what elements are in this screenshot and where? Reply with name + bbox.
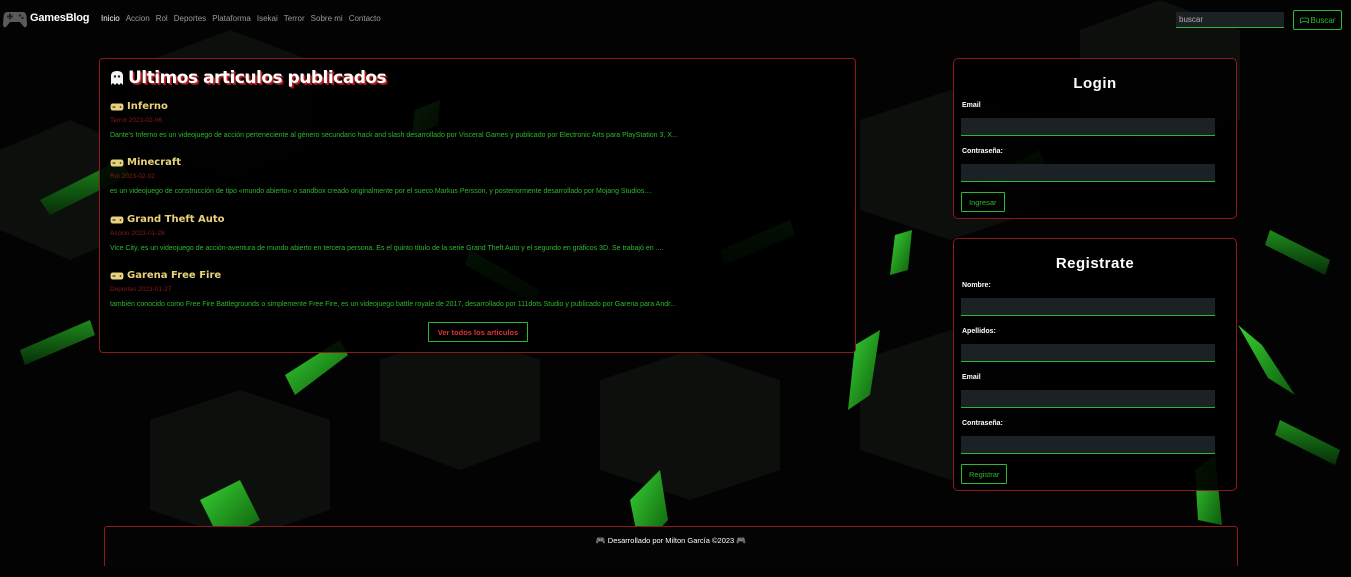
article-item: Minecraft Rol 2023-02-02 es un videojueg… xyxy=(110,157,840,195)
article-item: Garena Free Fire Deportes 2023-01-27 tam… xyxy=(110,270,840,308)
article-title: Inferno xyxy=(127,101,168,112)
article-date: 2023-02-06 xyxy=(128,117,163,124)
gamepad-icon xyxy=(110,103,124,110)
footer: 🎮 Desarrollado por Milton García ©2023 🎮 xyxy=(104,526,1238,566)
article-title: Grand Theft Auto xyxy=(127,214,225,225)
nav-link-plataforma[interactable]: Plataforma xyxy=(212,14,251,23)
ghost-icon xyxy=(111,71,123,85)
article-item: Inferno Terror 2023-02-06 Dante's Infern… xyxy=(110,101,840,139)
brand-name: GamesBlog xyxy=(30,12,90,24)
login-email-label: Email xyxy=(962,102,981,109)
gamepad-icon xyxy=(1299,17,1309,23)
register-title: Registrate xyxy=(1055,255,1135,272)
search-button-label: Buscar xyxy=(1310,15,1336,25)
login-submit-button[interactable]: Ingresar xyxy=(961,192,1005,212)
login-password-label: Contraseña: xyxy=(962,148,1003,155)
articles-heading: Ultimos articulos publicados xyxy=(110,68,387,88)
gamepad-icon: 🎮 xyxy=(595,536,606,545)
article-item: Grand Theft Auto Accion 2023-01-28 Vice … xyxy=(110,214,840,252)
article-title-link[interactable]: Grand Theft Auto xyxy=(110,214,840,225)
articles-panel: Ultimos articulos publicados Inferno Ter… xyxy=(99,58,856,353)
article-date: 2023-01-28 xyxy=(131,230,165,237)
nav-link-rol[interactable]: Rol xyxy=(156,14,168,23)
article-title-link[interactable]: Garena Free Fire xyxy=(110,270,840,281)
register-name-label: Nombre: xyxy=(962,282,991,289)
view-all-articles-button[interactable]: Ver todos los articulos xyxy=(428,322,528,342)
article-category: Accion xyxy=(110,230,130,237)
register-email-label: Email xyxy=(962,374,981,381)
search-button[interactable]: Buscar xyxy=(1293,10,1342,30)
register-submit-button[interactable]: Registrar xyxy=(961,464,1008,484)
footer-credit: 🎮 Desarrollado por Milton García ©2023 🎮 xyxy=(105,536,1237,545)
article-meta: Accion 2023-01-28 xyxy=(110,230,840,237)
register-name-input[interactable] xyxy=(961,298,1215,316)
article-excerpt: también conocido como Free Fire Battlegr… xyxy=(110,301,676,308)
article-title: Garena Free Fire xyxy=(127,270,222,281)
gamepad-logo-icon xyxy=(3,12,27,28)
login-panel: Login Email Contraseña: Ingresar xyxy=(953,58,1237,219)
nav-link-sobre-mi[interactable]: Sobre mi xyxy=(311,14,343,23)
article-excerpt: Dante's Inferno es un videojuego de acci… xyxy=(110,132,678,139)
article-title-link[interactable]: Minecraft xyxy=(110,157,840,168)
register-email-input[interactable] xyxy=(961,390,1215,408)
nav-link-contacto[interactable]: Contacto xyxy=(349,14,381,23)
register-lastname-label: Apellidos: xyxy=(962,328,996,335)
nav-link-terror[interactable]: Terror xyxy=(284,14,305,23)
login-title: Login xyxy=(1073,75,1117,92)
search-input[interactable] xyxy=(1176,12,1284,28)
gamepad-icon xyxy=(110,272,124,279)
article-excerpt: Vice City, es un videojuego de acción-av… xyxy=(110,245,664,252)
register-password-label: Contraseña: xyxy=(962,420,1003,427)
login-email-input[interactable] xyxy=(961,118,1215,136)
navbar: GamesBlog Inicio Accion Rol Deportes Pla… xyxy=(0,0,1351,40)
article-category: Rol xyxy=(110,173,120,180)
nav-link-accion[interactable]: Accion xyxy=(126,14,150,23)
nav-links: Inicio Accion Rol Deportes Plataforma Is… xyxy=(101,14,387,23)
article-date: 2023-02-02 xyxy=(121,173,155,180)
article-title: Minecraft xyxy=(127,157,182,168)
nav-link-isekai[interactable]: Isekai xyxy=(257,14,278,23)
article-excerpt: es un videojuego de construcción de tipo… xyxy=(110,188,653,195)
article-category: Deportes xyxy=(110,286,137,293)
article-category: Terror xyxy=(110,117,127,124)
register-lastname-input[interactable] xyxy=(961,344,1215,362)
article-meta: Terror 2023-02-06 xyxy=(110,117,840,124)
register-password-input[interactable] xyxy=(961,436,1215,454)
articles-heading-text: Ultimos articulos publicados xyxy=(128,68,387,88)
gamepad-icon xyxy=(110,159,124,166)
login-password-input[interactable] xyxy=(961,164,1215,182)
nav-link-inicio[interactable]: Inicio xyxy=(101,14,120,23)
register-panel: Registrate Nombre: Apellidos: Email Cont… xyxy=(953,238,1237,491)
gamepad-icon xyxy=(110,216,124,223)
nav-link-deportes[interactable]: Deportes xyxy=(174,14,206,23)
gamepad-icon: 🎮 xyxy=(736,536,747,545)
article-meta: Deportes 2023-01-27 xyxy=(110,286,840,293)
footer-credit-text: Desarrollado por Milton García ©2023 xyxy=(607,536,735,545)
brand-link[interactable]: GamesBlog xyxy=(2,6,90,30)
article-title-link[interactable]: Inferno xyxy=(110,101,840,112)
article-meta: Rol 2023-02-02 xyxy=(110,173,840,180)
article-date: 2023-01-27 xyxy=(138,286,172,293)
